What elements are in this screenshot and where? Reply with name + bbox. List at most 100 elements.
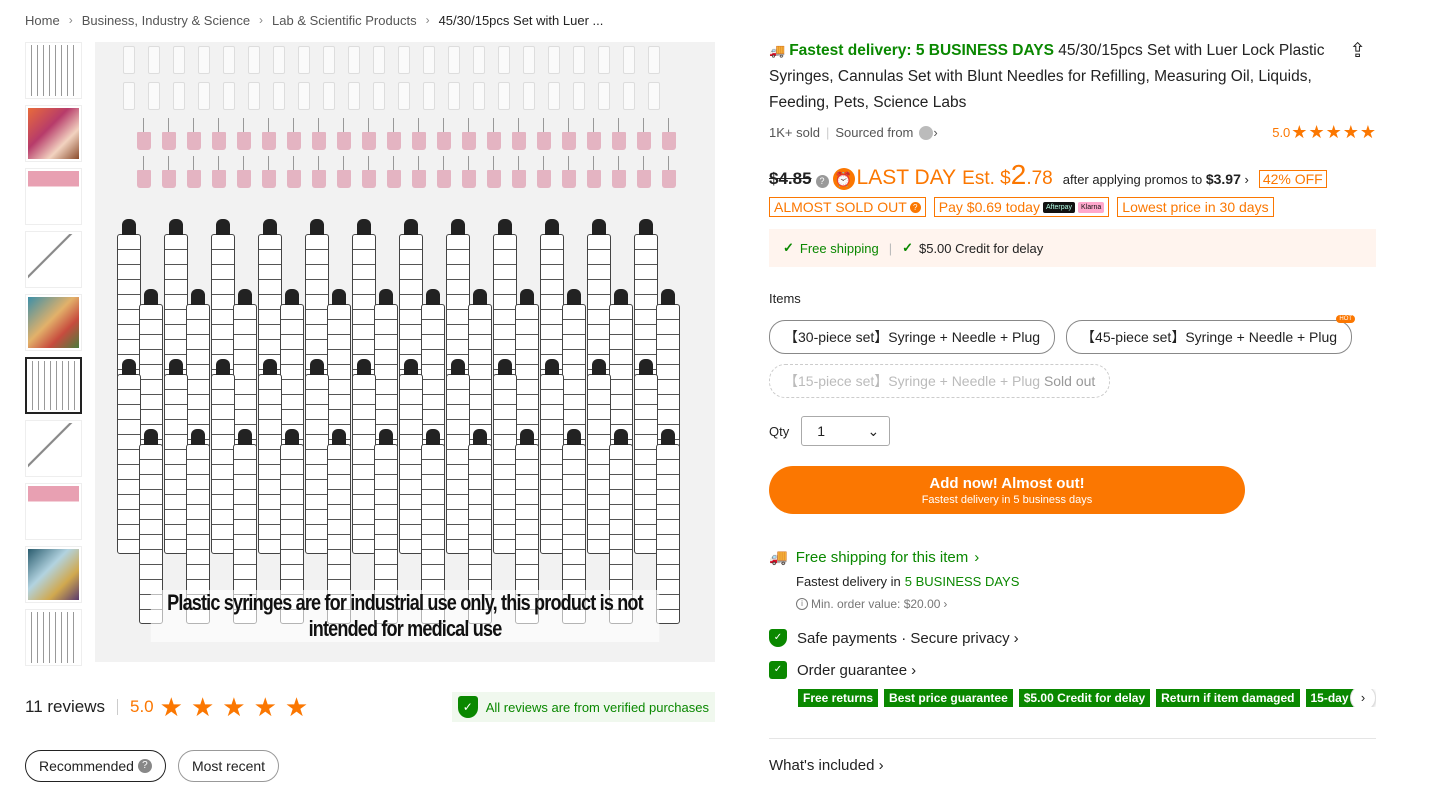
sold-count: 1K+ sold xyxy=(769,125,820,140)
free-shipping-text: Free shipping xyxy=(799,240,879,256)
cap-shape xyxy=(223,82,235,110)
product-rating[interactable]: 5.0 ★ ★ ★ ★ ★ xyxy=(1272,122,1376,143)
thumbnail-3[interactable] xyxy=(25,168,82,225)
breadcrumb-category[interactable]: Business, Industry & Science xyxy=(82,13,250,28)
guarantee-tag: $5.00 Credit for delay xyxy=(1018,689,1151,707)
share-icon[interactable]: ⇪ xyxy=(1349,38,1366,63)
needle-shape xyxy=(612,156,626,188)
cap-shape xyxy=(598,46,610,74)
guarantee-tags: Free returns Best price guarantee $5.00 … xyxy=(798,689,1376,707)
needle-shape xyxy=(662,156,676,188)
min-order-line[interactable]: i Min. order value: $20.00 › xyxy=(796,597,1376,611)
main-product-image[interactable]: Plastic syringes are for industrial use … xyxy=(95,42,715,662)
cap-shape xyxy=(448,46,460,74)
cap-shape xyxy=(498,82,510,110)
add-button-label: Add now! Almost out! xyxy=(929,474,1085,492)
needle-shape xyxy=(512,118,526,150)
chevron-right-icon[interactable]: › xyxy=(933,125,937,140)
product-info: ⇪ 🚚 Fastest delivery: 5 BUSINESS DAYS 45/… xyxy=(769,38,1376,707)
safe-payments-link[interactable]: ✓ Safe payments · Secure privacy › xyxy=(769,629,1376,647)
chevron-right-icon: › xyxy=(425,13,430,27)
help-icon[interactable]: ? xyxy=(137,759,152,773)
promo-price[interactable]: after applying promos to $3.97 › xyxy=(1063,171,1249,187)
shipping-box[interactable]: ✓ Free shipping | ✓ $5.00 Credit for del… xyxy=(769,229,1376,267)
next-arrow-icon[interactable]: › xyxy=(1350,689,1376,707)
sourced-from[interactable]: Sourced from xyxy=(835,125,913,140)
help-icon[interactable]: ? xyxy=(909,201,921,213)
reviews-count[interactable]: 11 reviews xyxy=(25,697,105,717)
syringe-shape xyxy=(587,359,611,554)
chevron-right-icon: › xyxy=(974,548,980,566)
fastest-delivery-text: Fastest delivery in xyxy=(796,574,901,589)
thumbnail-9[interactable] xyxy=(25,546,82,603)
needle-shape xyxy=(137,118,151,150)
cap-shape xyxy=(423,82,435,110)
needle-shape xyxy=(237,156,251,188)
help-icon[interactable]: ? xyxy=(815,175,829,188)
thumbnail-5[interactable] xyxy=(25,294,82,351)
guarantee-tag: Return if item damaged xyxy=(1156,689,1300,707)
free-shipping-link[interactable]: 🚚 Free shipping for this item › xyxy=(769,548,1376,567)
thumbnail-1[interactable] xyxy=(25,42,82,99)
option-15-piece[interactable]: 【15-piece set】Syringe + Needle + Plug So… xyxy=(769,364,1111,398)
check-icon: ✓ xyxy=(902,240,913,255)
cap-shape xyxy=(448,82,460,110)
promo-text: after applying promos to xyxy=(1062,172,1203,187)
thumbnail-8[interactable] xyxy=(25,483,82,540)
needle-shape xyxy=(187,118,201,150)
needle-shape xyxy=(637,118,651,150)
cap-shape xyxy=(273,46,285,74)
needle-shape xyxy=(187,156,201,188)
source-avatar[interactable] xyxy=(919,125,934,140)
verified-text: All reviews are from verified purchases xyxy=(485,699,709,715)
last-day-label: LAST DAY xyxy=(856,166,957,189)
cap-shape xyxy=(198,82,210,110)
pay-later-badge[interactable]: Pay $0.69 today Afterpay Klarna xyxy=(933,197,1110,217)
needle-shape xyxy=(437,118,451,150)
reviews-bar: 11 reviews 5.0 ★ ★ ★ ★ ★ ✓ All reviews a… xyxy=(25,692,715,722)
info-icon: i xyxy=(796,598,808,610)
sort-recommended-button[interactable]: Recommended ? xyxy=(25,750,166,782)
cap-shape xyxy=(473,82,485,110)
thumbnail-7[interactable] xyxy=(25,420,82,477)
image-disclaimer: Plastic syringes are for industrial use … xyxy=(150,590,660,642)
star-icon: ★ xyxy=(222,692,246,722)
sort-most-recent-button[interactable]: Most recent xyxy=(177,750,280,782)
whats-included-text: What's included xyxy=(769,757,875,774)
add-to-cart-button[interactable]: Add now! Almost out! Fastest delivery in… xyxy=(769,466,1245,514)
breadcrumb-subcategory[interactable]: Lab & Scientific Products xyxy=(272,13,417,28)
thumbnail-6[interactable] xyxy=(25,357,82,414)
needle-shape xyxy=(462,156,476,188)
option-30-piece[interactable]: 【30-piece set】Syringe + Needle + Plug xyxy=(769,320,1056,354)
chevron-right-icon: › xyxy=(943,597,948,611)
original-price: $4.85 xyxy=(769,169,812,188)
option-45-piece[interactable]: 【45-piece set】Syringe + Needle + Plug HOT xyxy=(1066,315,1356,354)
thumbnail-4[interactable] xyxy=(25,231,82,288)
thumbnail-2[interactable] xyxy=(25,105,82,162)
needle-shape xyxy=(137,156,151,188)
cap-shape xyxy=(573,46,585,74)
order-guarantee-text: Order guarantee xyxy=(797,661,908,679)
qty-select[interactable]: 1 ⌄ xyxy=(801,416,891,446)
check-icon: ✓ xyxy=(783,240,794,255)
qty-label: Qty xyxy=(769,423,790,439)
syringe-shape xyxy=(634,359,658,554)
whats-included-link[interactable]: What's included › xyxy=(769,738,1376,774)
thumbnail-10[interactable] xyxy=(25,609,82,666)
syringe-shape xyxy=(493,359,517,554)
cap-shape xyxy=(123,82,135,110)
order-guarantee-link[interactable]: ✓ Order guarantee › xyxy=(769,661,1376,679)
needle-shape xyxy=(212,156,226,188)
meta-row: 1K+ sold | Sourced from › 5.0 ★ ★ ★ ★ ★ xyxy=(769,122,1376,143)
cap-shape xyxy=(523,46,535,74)
breadcrumb-home[interactable]: Home xyxy=(25,13,60,28)
truck-icon: 🚚 xyxy=(769,43,786,58)
almost-sold-text: ALMOST SOLD OUT xyxy=(774,199,907,215)
cap-shape xyxy=(398,82,410,110)
cap-shape xyxy=(298,82,310,110)
almost-sold-out-badge: ALMOST SOLD OUT? xyxy=(769,197,926,217)
cap-shape xyxy=(498,46,510,74)
cap-shape xyxy=(648,46,660,74)
divider: | xyxy=(825,125,830,140)
reviews-score: 5.0 xyxy=(130,697,154,716)
